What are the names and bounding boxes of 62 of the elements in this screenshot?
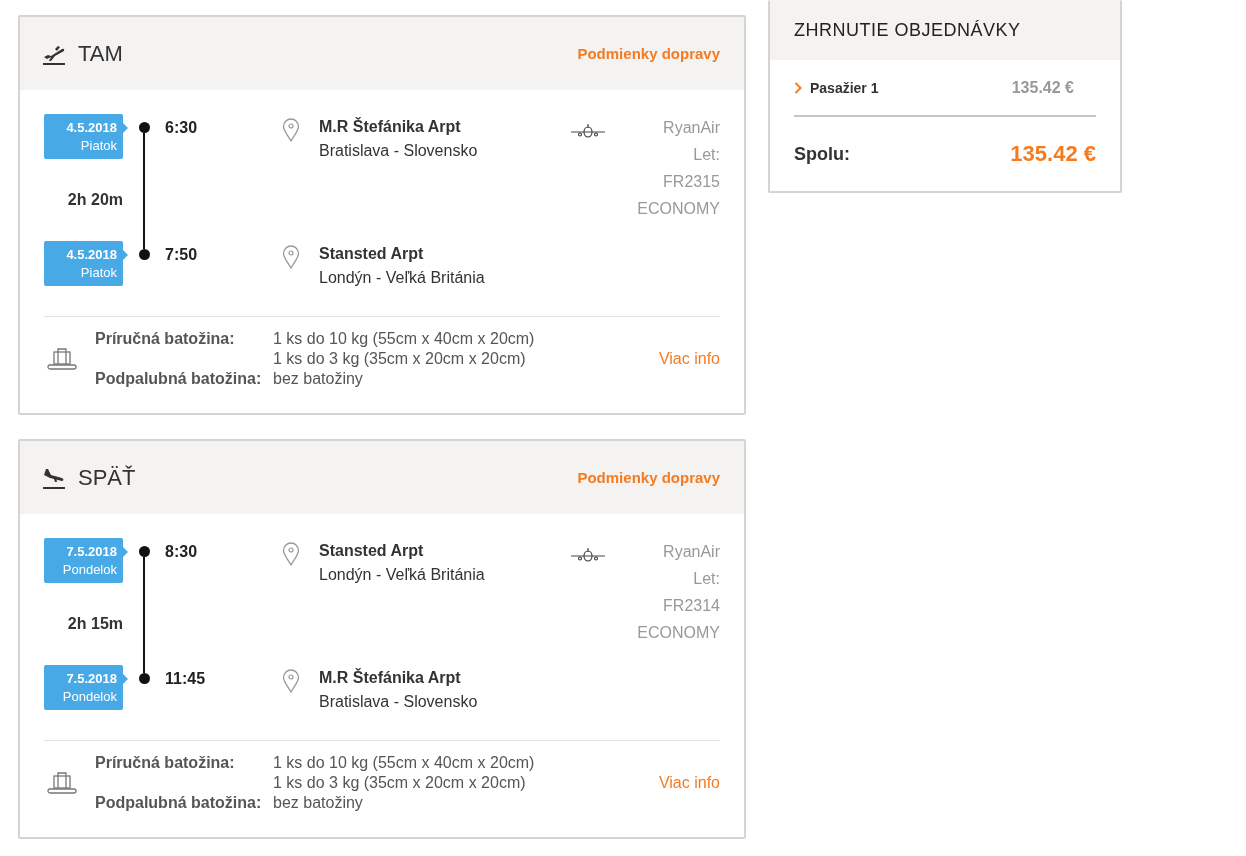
time-text: 8:30 (165, 542, 199, 562)
location-pin-icon (282, 118, 300, 142)
airline-name: RyanAir (663, 118, 720, 138)
flight-number: FR2314 (663, 596, 720, 616)
baggage-value: bez batožiny (273, 793, 364, 813)
more-info-link[interactable]: Viac info (658, 350, 720, 368)
luggage-icon (47, 347, 77, 371)
airplane-icon (570, 546, 606, 564)
duration-text: 2h 15m (66, 614, 123, 634)
luggage-icon (47, 771, 77, 795)
city-text: Londýn - Veľká Británia (319, 269, 486, 287)
landing-icon (42, 466, 66, 489)
weekday-text: Pondelok (62, 687, 117, 706)
duration-text: 2h 20m (66, 190, 123, 210)
cabin-class: ECONOMY (637, 623, 720, 643)
passenger-label: Pasažier 1 (810, 79, 880, 96)
flight-number: FR2315 (663, 172, 720, 192)
weekday-text: Piatok (80, 263, 117, 282)
flight-label: Let: (693, 145, 720, 165)
cabin-class: ECONOMY (637, 199, 720, 219)
chevron-right-icon (794, 81, 802, 94)
passenger-row[interactable]: Pasažier 1 135.42 € (794, 60, 1096, 117)
baggage-value: 1 ks do 10 kg (55cm x 40cm x 20cm) (273, 753, 536, 773)
baggage-value: bez batožiny (273, 369, 364, 389)
more-info-link[interactable]: Viac info (658, 774, 720, 792)
city-text: Bratislava - Slovensko (319, 142, 479, 160)
passenger-price: 135.42 € (1011, 78, 1074, 97)
time-text: 11:45 (165, 669, 207, 689)
date-text: 7.5.2018 (66, 669, 117, 688)
conditions-link[interactable]: Podmienky dopravy (577, 45, 720, 62)
time-text: 6:30 (165, 118, 199, 138)
conditions-link[interactable]: Podmienky dopravy (577, 469, 720, 486)
weekday-text: Piatok (80, 136, 117, 155)
baggage-value: 1 ks do 3 kg (35cm x 20cm x 20cm) (273, 349, 527, 369)
direction-title: SPÄŤ (78, 464, 136, 491)
baggage-label: Príručná batožina: (95, 329, 236, 349)
baggage-value: 1 ks do 10 kg (55cm x 40cm x 20cm) (273, 329, 536, 349)
airline-name: RyanAir (663, 542, 720, 562)
baggage-label: Podpalubná batožina: (95, 793, 263, 813)
location-pin-icon (282, 542, 300, 566)
flight-label: Let: (693, 569, 720, 589)
date-text: 4.5.2018 (66, 245, 117, 264)
airport-name: M.R Štefánika Arpt (319, 118, 462, 136)
airport-name: Stansted Arpt (319, 245, 425, 263)
date-text: 4.5.2018 (66, 118, 117, 137)
summary-title: ZHRNUTIE OBJEDNÁVKY (794, 19, 1021, 41)
airport-name: Stansted Arpt (319, 542, 425, 560)
airplane-icon (570, 122, 606, 140)
date-text: 7.5.2018 (66, 542, 117, 561)
direction-title: TAM (78, 40, 123, 67)
location-pin-icon (282, 245, 300, 269)
baggage-label: Príručná batožina: (95, 753, 236, 773)
city-text: Londýn - Veľká Británia (319, 566, 486, 584)
location-pin-icon (282, 669, 300, 693)
baggage-value: 1 ks do 3 kg (35cm x 20cm x 20cm) (273, 773, 527, 793)
city-text: Bratislava - Slovensko (319, 693, 479, 711)
baggage-label: Podpalubná batožina: (95, 369, 263, 389)
total-price: 135.42 € (1010, 141, 1096, 167)
time-text: 7:50 (165, 245, 199, 265)
total-label: Spolu: (794, 143, 850, 165)
weekday-text: Pondelok (62, 560, 117, 579)
airport-name: M.R Štefánika Arpt (319, 669, 462, 687)
